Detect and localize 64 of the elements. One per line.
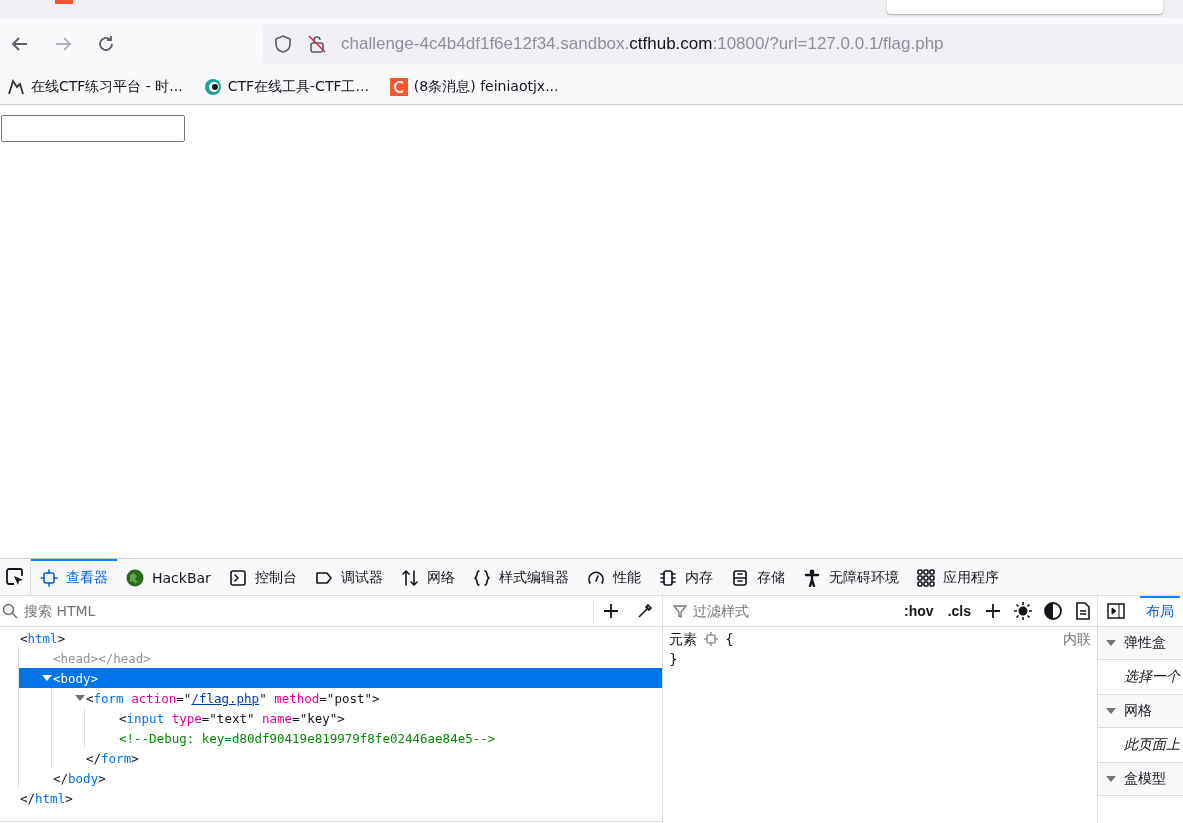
storage-icon bbox=[730, 569, 749, 587]
hover-state-toggle[interactable]: :hov bbox=[902, 603, 936, 619]
rule-selector: 元素 bbox=[669, 630, 697, 649]
apps-icon bbox=[916, 569, 935, 587]
search-html-field[interactable]: 搜索 HTML bbox=[22, 602, 593, 620]
inspector-icon bbox=[40, 569, 58, 587]
expanded-triangle-icon[interactable] bbox=[1106, 638, 1116, 648]
closing-tag[interactable]: </html> bbox=[20, 790, 73, 806]
devtools-tab[interactable]: 网络 bbox=[391, 559, 464, 595]
bookmark-link[interactable]: (8条消息) feiniaotjx... bbox=[413, 78, 559, 96]
rule-source: 内联 bbox=[1063, 630, 1091, 649]
add-icon[interactable] bbox=[983, 601, 1003, 621]
devtools-tab[interactable]: 样式编辑器 bbox=[463, 559, 578, 595]
search-icon bbox=[2, 603, 18, 619]
style-icon bbox=[472, 569, 491, 587]
markup-node[interactable]: <body> bbox=[53, 670, 99, 686]
url-text[interactable]: challenge-4c4b4df1f6e12f34.sandbox.ctfhub.com:10800/?url=127.0.0.1/flag.php bbox=[341, 34, 944, 54]
section-message: 选择一个 bbox=[1124, 668, 1180, 686]
filter-icon bbox=[673, 604, 687, 618]
pen-figure-icon bbox=[7, 78, 25, 96]
markup-node[interactable]: <html> bbox=[20, 630, 66, 646]
section-header[interactable]: 网格 bbox=[1124, 702, 1152, 720]
devtools-tab[interactable]: 性能 bbox=[577, 559, 650, 595]
devtools-tab[interactable]: 内存 bbox=[649, 559, 722, 595]
expanded-triangle-icon[interactable] bbox=[1106, 774, 1116, 784]
open-brace: { bbox=[725, 630, 734, 649]
markup-node[interactable]: <input type="text" name="key"> bbox=[119, 710, 345, 726]
classes-toggle[interactable]: .cls bbox=[945, 603, 973, 619]
filter-styles-field[interactable]: 过滤样式 bbox=[691, 602, 893, 620]
shield-icon[interactable] bbox=[273, 34, 293, 54]
closing-tag[interactable]: </form> bbox=[86, 750, 139, 766]
devtools-tab[interactable]: 调试器 bbox=[305, 559, 392, 595]
bookmark-link[interactable]: CTF在线工具-CTF工... bbox=[227, 78, 369, 96]
bookmark-link[interactable]: 在线CTF练习平台 - 时... bbox=[31, 78, 183, 96]
insecure-lock-icon[interactable] bbox=[307, 34, 327, 54]
close-brace: } bbox=[669, 651, 678, 667]
section-message: 此页面上 bbox=[1124, 736, 1180, 754]
devtools-tab[interactable]: HackBar bbox=[117, 559, 220, 595]
debugger-icon bbox=[314, 569, 333, 587]
eye-icon bbox=[203, 78, 222, 96]
closing-tag[interactable]: </body> bbox=[53, 770, 106, 786]
accessibility-icon bbox=[802, 569, 821, 587]
console-icon bbox=[228, 569, 247, 587]
devtools-tab[interactable]: 应用程序 bbox=[907, 559, 1008, 595]
devtools-tab[interactable]: 存储 bbox=[721, 559, 794, 595]
devtools-tab[interactable]: 无障碍环境 bbox=[793, 559, 908, 595]
sidebar-toggle-icon[interactable] bbox=[1106, 601, 1126, 621]
devtools-tab[interactable]: 查看器 bbox=[31, 559, 117, 595]
text-input-field[interactable] bbox=[1, 115, 185, 142]
network-icon bbox=[400, 569, 419, 587]
globe-icon bbox=[126, 569, 144, 587]
sun-icon[interactable] bbox=[1013, 601, 1033, 621]
performance-icon bbox=[586, 569, 605, 587]
node-target-icon[interactable] bbox=[703, 631, 719, 647]
devtools-tab[interactable]: 控制台 bbox=[219, 559, 306, 595]
c-logo-icon bbox=[389, 78, 408, 96]
markup-node[interactable]: <!--Debug: key=d80df90419e819979f8fe02446ae84e5--> bbox=[119, 730, 496, 746]
address-bar[interactable]: challenge-4c4b4df1f6e12f34.sandbox.ctfhub.com:10800/?url=127.0.0.1/flag.php bbox=[263, 24, 1183, 64]
contrast-icon[interactable] bbox=[1043, 601, 1063, 621]
element-picker-icon[interactable] bbox=[5, 567, 25, 587]
markup-node[interactable]: <form action="/flag.php" method="post"> bbox=[86, 690, 380, 706]
expanded-triangle-icon[interactable] bbox=[1106, 706, 1116, 716]
document-icon[interactable] bbox=[1073, 601, 1093, 621]
memory-icon bbox=[658, 569, 677, 587]
